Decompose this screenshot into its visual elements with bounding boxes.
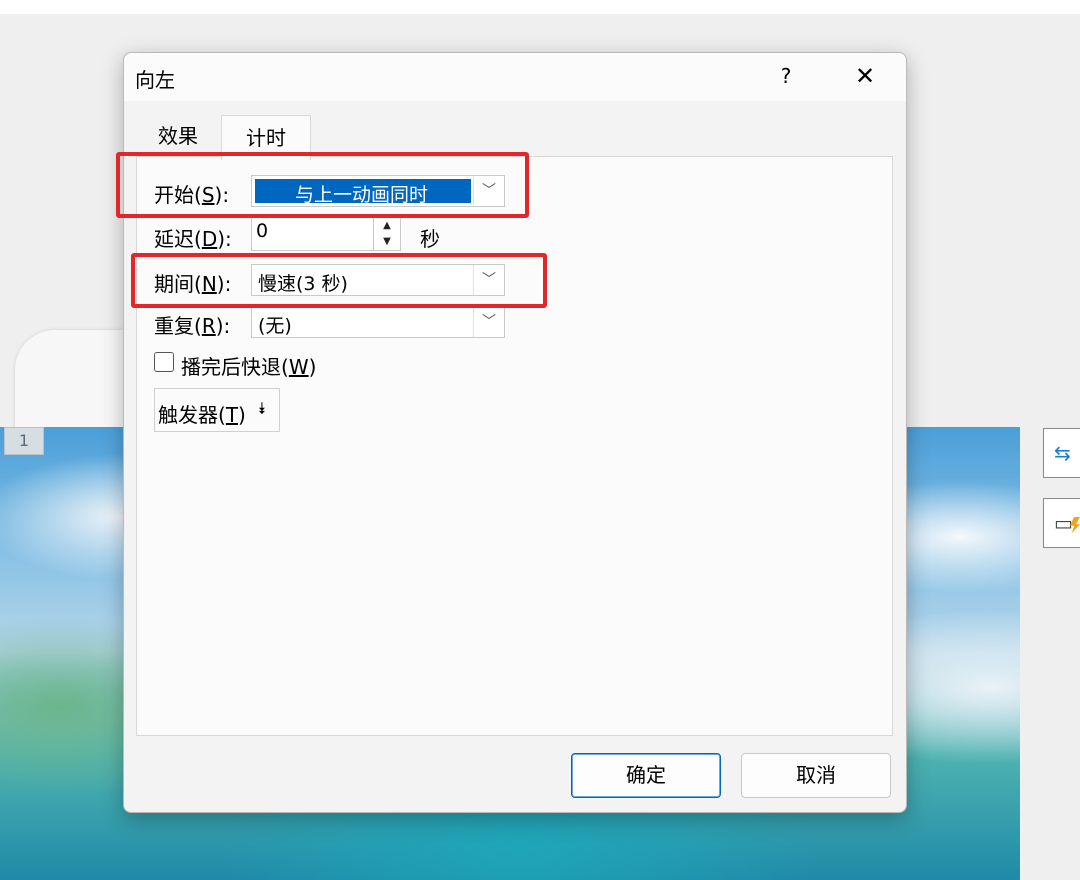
timing-panel: [136, 156, 893, 736]
repeat-dropdown-value: (无): [258, 315, 292, 337]
trigger-button[interactable]: 触发器(T) ⯯: [154, 388, 280, 432]
swap-arrows-icon: ⇆: [1054, 441, 1071, 465]
spin-up-icon[interactable]: ▲: [373, 218, 400, 235]
image-flash-button[interactable]: ▭: [1043, 498, 1080, 548]
spin-down-icon[interactable]: ▼: [373, 234, 400, 250]
animation-dialog: 向左 ? ✕ 效果 计时 开始(S): 与上一动画同时 ﹀ 延迟(D): 0 ▲…: [116, 52, 907, 813]
slide-number: 1: [4, 427, 44, 455]
repeat-label: 重复(R):: [154, 314, 231, 338]
annotation-start-highlight: [116, 152, 529, 218]
delay-value[interactable]: 0: [256, 220, 268, 242]
annotation-duration-highlight: [131, 253, 547, 308]
swap-arrows-button[interactable]: ⇆: [1043, 428, 1080, 478]
chevron-down-icon[interactable]: ﹀: [473, 307, 504, 337]
rewind-label[interactable]: 播完后快退(W): [181, 351, 316, 380]
trigger-label: 触发器(T): [158, 403, 246, 427]
double-chevron-down-icon: ⯯: [257, 399, 267, 418]
rewind-checkbox[interactable]: [154, 352, 174, 372]
image-flash-icon: ▭: [1054, 511, 1073, 535]
cancel-button[interactable]: 取消: [741, 753, 891, 798]
app-top-bar: [0, 0, 1080, 15]
dialog-title: 向左: [135, 68, 175, 92]
delay-spinner[interactable]: 0 ▲ ▼: [251, 217, 401, 251]
ok-button[interactable]: 确定: [571, 753, 721, 798]
help-button[interactable]: ?: [774, 61, 798, 91]
dialog-titlebar: 向左 ? ✕: [124, 53, 906, 101]
close-button[interactable]: ✕: [849, 61, 881, 91]
delay-unit: 秒: [420, 227, 440, 251]
delay-label: 延迟(D):: [154, 227, 232, 251]
repeat-dropdown[interactable]: (无) ﹀: [251, 306, 505, 338]
